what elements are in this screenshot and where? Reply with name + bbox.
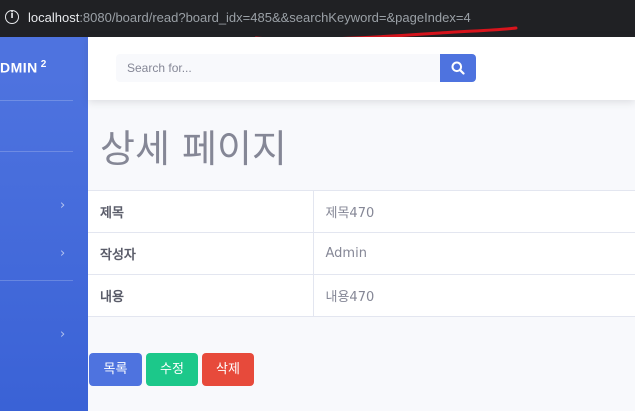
search-box — [116, 54, 440, 82]
edit-button[interactable]: 수정 — [146, 353, 198, 386]
search-icon — [451, 61, 465, 75]
row-value: 내용470 — [313, 274, 635, 317]
chevron-right-icon[interactable]: › — [60, 246, 65, 261]
sidebar-brand[interactable]: DMIN 2 — [0, 59, 47, 76]
row-label: 작성자 — [88, 232, 314, 275]
brand-text: DMIN — [0, 59, 38, 76]
search-button[interactable] — [440, 54, 476, 82]
row-value: Admin — [313, 232, 635, 275]
sidebar-divider — [0, 100, 73, 101]
detail-table: 제목 제목470 작성자 Admin 내용 내용470 — [88, 190, 635, 317]
row-value: 제목470 — [313, 190, 635, 233]
search-input[interactable] — [116, 54, 440, 82]
browser-address-bar[interactable]: i localhost:8080/board/read?board_idx=48… — [0, 0, 635, 41]
page-title: 상세 페이지 — [100, 127, 287, 171]
table-row: 제목 제목470 — [88, 190, 635, 233]
sidebar-divider — [0, 280, 73, 281]
row-label: 제목 — [88, 190, 314, 233]
table-row: 작성자 Admin — [88, 232, 635, 275]
delete-button[interactable]: 삭제 — [202, 353, 254, 386]
list-button[interactable]: 목록 — [89, 353, 142, 386]
topbar — [88, 37, 635, 100]
chevron-right-icon[interactable]: › — [60, 198, 65, 213]
brand-superscript: 2 — [40, 59, 47, 70]
sidebar: DMIN 2 › › › — [0, 37, 88, 411]
table-row: 내용 내용470 — [88, 274, 635, 317]
chevron-right-icon[interactable]: › — [60, 327, 65, 342]
sidebar-divider — [0, 151, 73, 152]
row-label: 내용 — [88, 274, 314, 317]
